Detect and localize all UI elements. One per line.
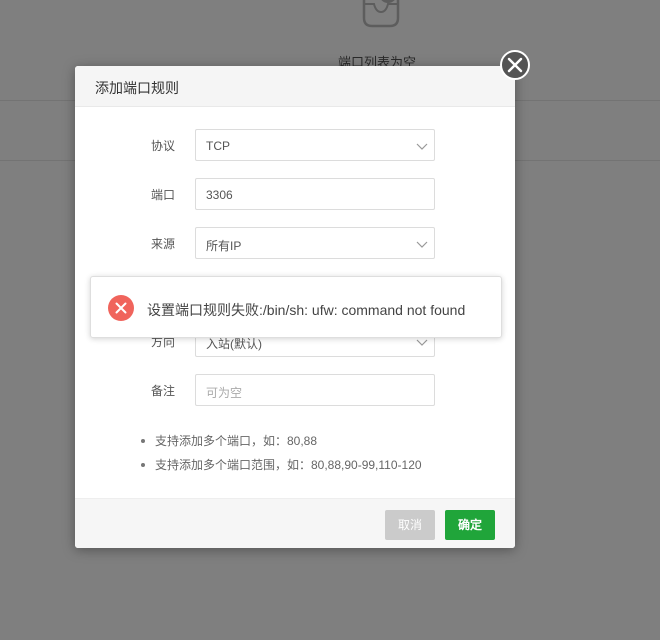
source-label: 来源 xyxy=(151,237,176,251)
cancel-button[interactable]: 取消 xyxy=(385,510,435,540)
source-select[interactable]: 所有IP xyxy=(195,227,435,259)
protocol-select[interactable]: TCP xyxy=(195,129,435,161)
tips-list: 支持添加多个端口，如：80,88 支持添加多个端口范围，如：80,88,90-9… xyxy=(137,432,422,480)
close-icon xyxy=(115,302,127,314)
tip-item: 支持添加多个端口范围，如：80,88,90-99,110-120 xyxy=(137,456,422,480)
tip-text: 支持添加多个端口，如：80,88 xyxy=(155,434,318,448)
error-toast: 设置端口规则失败:/bin/sh: ufw: command not found xyxy=(90,276,502,338)
error-message: 设置端口规则失败:/bin/sh: ufw: command not found xyxy=(147,302,466,318)
tip-item: 支持添加多个端口，如：80,88 xyxy=(137,432,422,456)
confirm-button[interactable]: 确定 xyxy=(445,510,495,540)
port-input[interactable]: 3306 xyxy=(195,178,435,210)
close-dialog-button[interactable] xyxy=(500,50,530,80)
bullet xyxy=(141,439,145,443)
bullet xyxy=(141,463,145,467)
dialog-footer: 取消 确定 xyxy=(75,498,515,548)
close-icon xyxy=(507,57,523,73)
protocol-value: TCP xyxy=(206,139,230,153)
remark-label: 备注 xyxy=(151,384,176,398)
protocol-row: 协议 TCP xyxy=(75,129,515,161)
remark-row: 备注 可为空 xyxy=(75,374,515,406)
dialog-header: 添加端口规则 xyxy=(75,66,515,107)
dialog-title: 添加端口规则 xyxy=(95,80,179,96)
source-row: 来源 所有IP xyxy=(75,227,515,259)
tip-text: 支持添加多个端口范围，如：80,88,90-99,110-120 xyxy=(155,458,422,472)
error-icon xyxy=(108,295,134,321)
port-label: 端口 xyxy=(151,188,176,202)
remark-input[interactable]: 可为空 xyxy=(195,374,435,406)
port-value: 3306 xyxy=(206,188,233,202)
protocol-label: 协议 xyxy=(151,139,176,153)
port-row: 端口 3306 xyxy=(75,178,515,210)
remark-placeholder: 可为空 xyxy=(206,386,243,400)
chevron-down-icon xyxy=(416,143,428,150)
chevron-down-icon xyxy=(416,241,428,248)
source-value: 所有IP xyxy=(206,239,242,253)
